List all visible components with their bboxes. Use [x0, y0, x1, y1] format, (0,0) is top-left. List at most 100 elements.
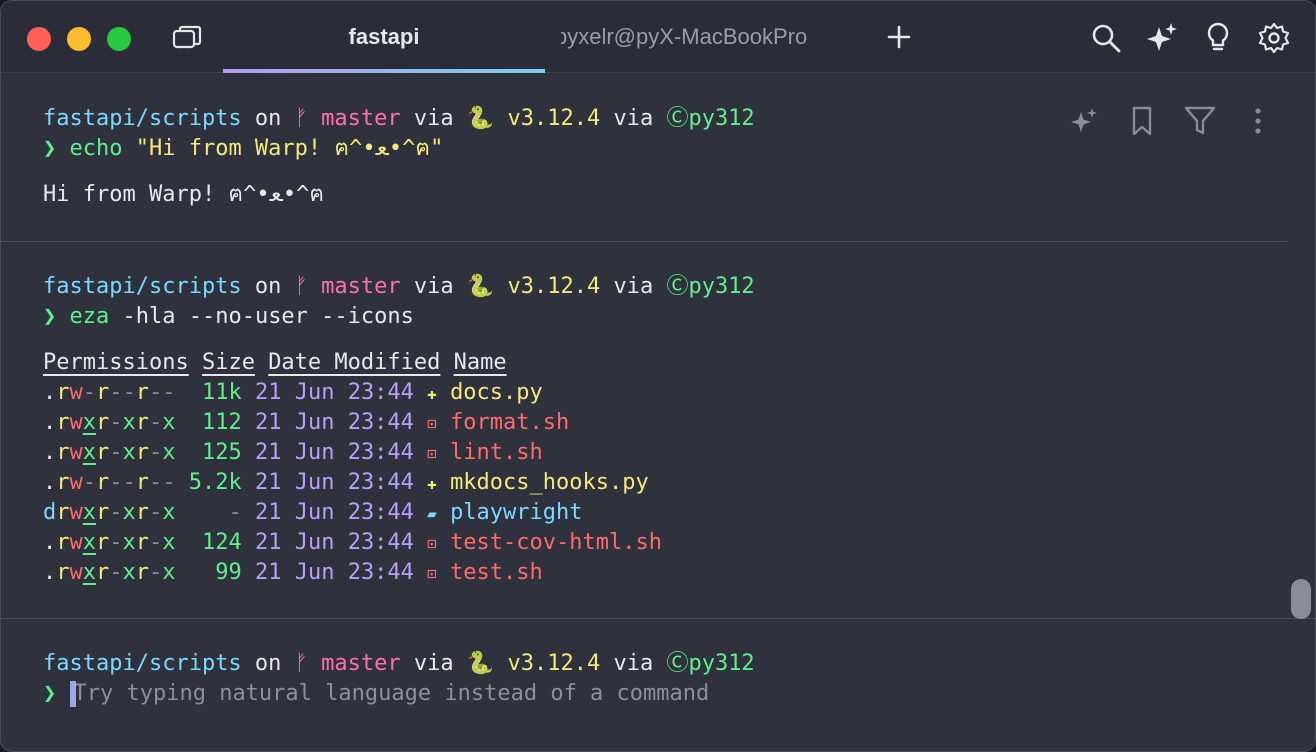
row-size: 112: [175, 410, 242, 435]
maximize-window-button[interactable]: [107, 27, 131, 51]
terminal-content: fastapi/scripts on ᚠ master via 🐍 v3.12.…: [1, 74, 1315, 751]
header-date: Date Modified: [268, 350, 441, 375]
prompt-env: py312: [688, 106, 755, 131]
minimize-window-button[interactable]: [67, 27, 91, 51]
row-size: 11k: [175, 380, 242, 405]
row-date: 21 Jun 23:44: [241, 470, 414, 495]
prompt-env: py312: [688, 651, 755, 676]
row-date: 21 Jun 23:44: [241, 380, 414, 405]
row-date: 21 Jun 23:44: [241, 500, 414, 525]
row-filename[interactable]: test-cov-html.sh: [450, 530, 662, 555]
folder-icon: ▰: [427, 504, 437, 523]
prompt-via: via: [600, 106, 667, 131]
plus-icon[interactable]: [885, 23, 913, 51]
header-name: Name: [453, 350, 507, 375]
block-actions: [1067, 104, 1275, 138]
shell-script-icon: ⊡: [427, 414, 437, 433]
row-filename[interactable]: lint.sh: [450, 440, 543, 465]
row-size: 124: [175, 530, 242, 555]
prompt-branch: master: [307, 651, 401, 676]
prompt-dir: fastapi/scripts: [43, 274, 242, 299]
table-row: .rwxr-xr-x 124 21 Jun 23:44 ⊡ test-cov-h…: [43, 528, 662, 558]
python-snake-icon: 🐍: [466, 274, 495, 299]
row-size: -: [175, 500, 242, 525]
command-block-eza[interactable]: fastapi/scripts on ᚠ master via 🐍 v3.12.…: [1, 242, 1315, 618]
git-branch-icon: ᚠ: [294, 651, 308, 676]
listing-header: Permissions Size Date Modified Name: [43, 348, 507, 378]
gear-icon[interactable]: [1257, 21, 1291, 55]
sparkles-icon[interactable]: [1067, 104, 1101, 138]
prompt-python-version: v3.12.4: [494, 651, 601, 676]
shell-script-icon: ⊡: [427, 444, 437, 463]
command-line: ❯ eza -hla --no-user --icons: [43, 302, 414, 332]
table-row: .rwxr-xr-x 125 21 Jun 23:44 ⊡ lint.sh: [43, 438, 543, 468]
command-input[interactable]: ❯ Try typing natural language instead of…: [43, 679, 1243, 709]
search-icon[interactable]: [1089, 21, 1123, 55]
table-row: .rwxr-xr-x 112 21 Jun 23:44 ⊡ format.sh: [43, 408, 569, 438]
prompt-arrow: ❯: [43, 681, 57, 706]
bookmark-icon[interactable]: [1125, 104, 1159, 138]
tab-session-label: pyxelr@pyX-MacBookPro: [561, 24, 808, 49]
sparkles-icon[interactable]: [1145, 21, 1179, 55]
prompt-dir: fastapi/scripts: [43, 106, 242, 131]
tab-fastapi[interactable]: fastapi: [223, 1, 545, 73]
tab-session[interactable]: pyxelr@pyX-MacBookPro: [561, 1, 833, 73]
git-branch-icon: ᚠ: [294, 106, 308, 131]
table-row: .rw-r--r-- 11k 21 Jun 23:44 ✚ docs.py: [43, 378, 543, 408]
header-size: Size: [201, 350, 255, 375]
prompt-line: fastapi/scripts on ᚠ master via 🐍 v3.12.…: [43, 649, 755, 679]
table-row: .rw-r--r-- 5.2k 21 Jun 23:44 ✚ mkdocs_ho…: [43, 468, 649, 498]
prompt-line: fastapi/scripts on ᚠ master via 🐍 v3.12.…: [43, 104, 755, 134]
active-tab-indicator: [223, 69, 545, 73]
row-date: 21 Jun 23:44: [241, 560, 414, 585]
panel-icon[interactable]: [171, 25, 203, 53]
command-args: -hla --no-user --icons: [109, 304, 414, 329]
more-icon[interactable]: [1241, 104, 1275, 138]
row-permissions: .rw-r--r--: [43, 470, 176, 495]
text-cursor: [69, 681, 76, 707]
prompt-on: on: [241, 651, 295, 676]
prompt-branch: master: [307, 106, 401, 131]
git-branch-icon: ᚠ: [294, 274, 308, 299]
close-window-button[interactable]: [27, 27, 51, 51]
row-filename[interactable]: format.sh: [450, 410, 569, 435]
row-date: 21 Jun 23:44: [241, 530, 414, 555]
table-row: drwxr-xr-x - 21 Jun 23:44 ▰ playwright: [43, 498, 583, 528]
scrollbar-thumb[interactable]: [1291, 579, 1311, 619]
conda-env-icon: Ⓒ: [666, 106, 689, 131]
row-date: 21 Jun 23:44: [241, 440, 414, 465]
prompt-via: via: [600, 651, 667, 676]
row-permissions: drwxr-xr-x: [43, 500, 176, 525]
row-filename[interactable]: mkdocs_hooks.py: [450, 470, 649, 495]
terminal-window: fastapi pyxelr@pyX-MacBookPro fastapi/sc…: [0, 0, 1316, 752]
table-row: .rwxr-xr-x 99 21 Jun 23:44 ⊡ test.sh: [43, 558, 543, 588]
row-permissions: .rwxr-xr-x: [43, 530, 176, 555]
input-placeholder: Try typing natural language instead of a…: [73, 681, 710, 706]
shell-script-icon: ⊡: [427, 534, 437, 553]
command-output: Hi from Warp! ฅ^•ﻌ•^ฅ: [43, 182, 325, 207]
prompt-python-version: v3.12.4: [494, 274, 601, 299]
prompt-line: fastapi/scripts on ᚠ master via 🐍 v3.12.…: [43, 272, 755, 302]
input-block: fastapi/scripts on ᚠ master via 🐍 v3.12.…: [1, 619, 1315, 751]
row-date: 21 Jun 23:44: [241, 410, 414, 435]
conda-env-icon: Ⓒ: [666, 651, 689, 676]
row-filename[interactable]: test.sh: [450, 560, 543, 585]
prompt-env: py312: [688, 274, 755, 299]
prompt-python-version: v3.12.4: [494, 106, 601, 131]
python-snake-icon: 🐍: [466, 106, 495, 131]
row-filename[interactable]: docs.py: [450, 380, 543, 405]
command-args: "Hi from Warp! ฅ^•ﻌ•^ฅ": [122, 136, 444, 161]
python-snake-icon: 🐍: [466, 651, 495, 676]
row-size: 5.2k: [175, 470, 242, 495]
prompt-arrow: ❯: [43, 136, 57, 161]
tab-fastapi-label: fastapi: [348, 24, 420, 49]
prompt-on: on: [241, 106, 295, 131]
prompt-via: via: [600, 274, 667, 299]
command-block-echo[interactable]: fastapi/scripts on ᚠ master via 🐍 v3.12.…: [1, 74, 1315, 241]
prompt-on: on: [241, 274, 295, 299]
shell-script-icon: ⊡: [427, 564, 437, 583]
row-filename[interactable]: playwright: [450, 500, 582, 525]
command-line: ❯ echo "Hi from Warp! ฅ^•ﻌ•^ฅ": [43, 134, 443, 164]
lightbulb-icon[interactable]: [1201, 21, 1235, 55]
filter-icon[interactable]: [1183, 104, 1217, 138]
